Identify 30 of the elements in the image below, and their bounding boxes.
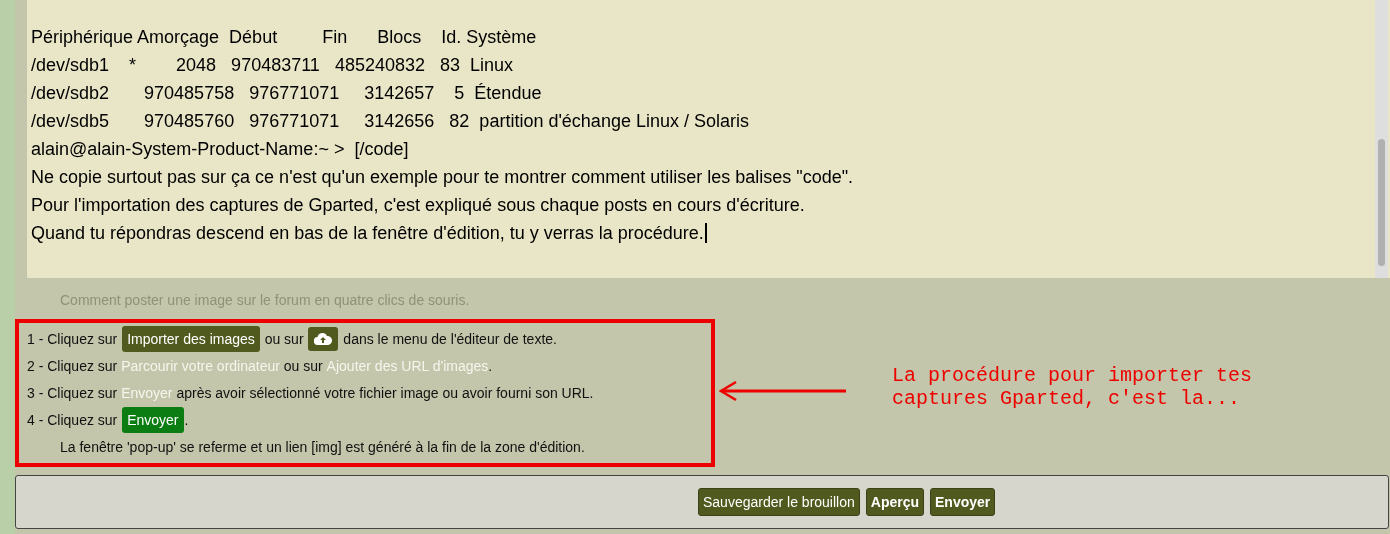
step-text: 1 - Cliquez sur xyxy=(27,330,119,347)
step-text: 2 - Cliquez sur xyxy=(27,357,119,374)
step-text: dans le menu de l'éditeur de texte. xyxy=(342,330,557,347)
text-caret xyxy=(704,223,707,243)
step-text: après avoir sélectionné votre fichier image ou avoir fourni son URL. xyxy=(175,384,594,401)
import-images-button[interactable]: Importer des images xyxy=(122,325,260,352)
step-text: . xyxy=(488,357,493,374)
editor-line: Pour l'importation des captures de Gparted, c'est expliqué sous chaque posts en cours d'écriture. xyxy=(31,194,806,217)
form-button[interactable]: Aperçu xyxy=(865,488,924,516)
step-text: 3 - Cliquez sur xyxy=(27,384,119,401)
form-button[interactable]: Envoyer xyxy=(930,488,996,516)
step-text: 4 - Cliquez sur xyxy=(27,411,119,428)
annotation-text: La procédure pour importer tes captures Gparted, c'est la... xyxy=(892,364,1254,410)
step-text: ou sur xyxy=(282,357,324,374)
editor-line: Quand tu répondras descend en bas de la fenêtre d'édition, tu y verras la procédure. xyxy=(31,219,1375,247)
form-button[interactable]: Sauvegarder le brouillon xyxy=(698,488,860,516)
editor-line: Ne copie surtout pas sur ça ce n'est qu'un exemple pour te montrer comment utiliser les balises "code". xyxy=(31,166,855,189)
scrollbar[interactable] xyxy=(1375,0,1388,278)
editor-line: /dev/sdb5 970485760 976771071 3142656 82 partition d'échange Linux / Solaris xyxy=(31,110,750,133)
editor-line: Périphérique Amorçage Début Fin Blocs Id. Système xyxy=(31,26,538,49)
upload-button[interactable] xyxy=(308,326,339,351)
cloud-upload-icon xyxy=(314,331,333,346)
scrollbar-thumb[interactable] xyxy=(1378,139,1385,266)
editor-line: /dev/sdb2 970485758 976771071 3142657 5 Étendue xyxy=(31,82,543,105)
editor-line: alain@alain-System-Product-Name:~ > [/code] xyxy=(31,138,410,161)
step-note: La fenêtre 'pop-up' se referme et un lien [img] est généré à la fin de la zone d'édition. xyxy=(59,438,585,455)
send-button[interactable]: Envoyer xyxy=(122,406,184,433)
step-text: ou sur xyxy=(263,330,305,347)
step-text: . xyxy=(184,411,189,428)
editor-line: /dev/sdb1 * 2048 970483711 485240832 83 Linux xyxy=(31,54,515,77)
